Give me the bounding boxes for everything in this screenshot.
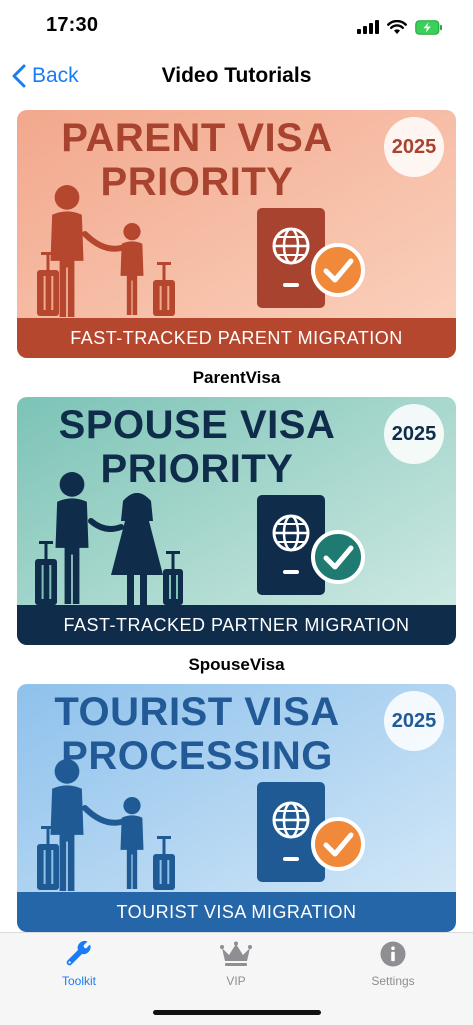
crown-icon	[220, 941, 252, 966]
status-bar: 17:30	[0, 0, 473, 54]
tutorial-caption: SpouseVisa	[188, 655, 285, 674]
suitcase-handle-top	[39, 541, 53, 544]
tab-settings[interactable]: Settings	[343, 941, 443, 988]
thumbnail-title-line1: TOURIST VISA	[54, 690, 340, 734]
suitcase-stripe	[169, 575, 171, 599]
suitcase-body	[37, 270, 59, 316]
passport-line	[283, 283, 299, 287]
home-indicator	[153, 1010, 321, 1015]
suitcase-stripe	[43, 276, 46, 310]
passport-line	[283, 570, 299, 574]
suitcase-stripe	[43, 850, 46, 884]
nav-bar: Back Video Tutorials	[0, 54, 473, 98]
status-icons	[357, 17, 443, 37]
tab-toolkit[interactable]: Toolkit	[29, 940, 129, 988]
check-circle	[311, 817, 365, 871]
suitcase-stripe	[159, 860, 162, 884]
suitcase-handle	[162, 838, 166, 854]
tutorial-caption: ParentVisa	[192, 368, 281, 387]
tutorial-card-parent-visa[interactable]: PARENT VISA PRIORITY 2025 FAST-TRACKED P…	[17, 110, 456, 390]
suitcase-handle-top	[157, 262, 171, 265]
tab-vip[interactable]: VIP	[186, 941, 286, 988]
suitcase-handle-top	[41, 826, 55, 829]
thumbnail-title-line2: PRIORITY	[100, 447, 294, 491]
check-circle	[311, 530, 365, 584]
wifi-icon	[387, 19, 407, 34]
battery-charging-icon	[415, 19, 442, 35]
year-badge: 2025	[384, 404, 444, 464]
suitcase-stripe	[176, 575, 178, 599]
woman-leg	[127, 573, 134, 605]
tab-label: Settings	[371, 974, 415, 988]
check-badge-icon	[311, 530, 365, 584]
person-head	[123, 797, 141, 815]
info-icon	[380, 941, 406, 967]
suitcase-stripe	[159, 286, 162, 310]
wrench-icon	[66, 940, 91, 966]
signal-icon	[357, 20, 379, 34]
check-circle	[311, 243, 365, 297]
suitcase-handle	[171, 553, 175, 569]
tab-label: VIP	[226, 974, 246, 988]
suitcase-body	[163, 569, 183, 605]
tab-label: Toolkit	[61, 974, 96, 988]
tutorial-card-tourist-visa[interactable]: TOURIST VISA PROCESSING 2025 TOURIST VIS…	[17, 684, 456, 932]
person-head	[123, 223, 141, 241]
suitcase-stripe	[49, 565, 52, 599]
tutorial-card-spouse-visa[interactable]: SPOUSE VISA PRIORITY 2025 FAST-TRACKED P…	[17, 397, 456, 677]
thumbnail-title-line2: PROCESSING	[61, 734, 333, 778]
check-badge-icon	[311, 243, 365, 297]
tutorial-thumbnail[interactable]: PARENT VISA PRIORITY 2025 FAST-TRACKED P…	[17, 110, 456, 358]
thumbnail-strip: TOURIST VISA MIGRATION	[17, 892, 456, 932]
page-title: Video Tutorials	[161, 64, 312, 87]
suitcase-handle-top	[157, 836, 171, 839]
status-time: 17:30	[46, 14, 99, 36]
thumbnail-strip: FAST-TRACKED PARTNER MIGRATION	[17, 605, 456, 645]
suitcase-handle-top	[41, 252, 55, 255]
suitcase-stripe	[51, 276, 54, 310]
year-badge: 2025	[384, 117, 444, 177]
suitcase-stripe	[167, 860, 170, 884]
suitcase-handle	[46, 254, 50, 270]
suitcase-stripe	[51, 850, 54, 884]
suitcase-handle	[162, 264, 166, 280]
tutorial-thumbnail[interactable]: SPOUSE VISA PRIORITY 2025 FAST-TRACKED P…	[17, 397, 456, 645]
suitcase-body	[35, 559, 57, 605]
thumbnail-title-line1: SPOUSE VISA	[58, 403, 336, 447]
suitcase-handle	[46, 828, 50, 844]
tutorial-thumbnail[interactable]: TOURIST VISA PROCESSING 2025 TOURIST VIS…	[17, 684, 456, 932]
thumbnail-title-line2: PRIORITY	[100, 160, 294, 204]
suitcase-body	[37, 844, 59, 890]
suitcase-body	[153, 280, 175, 316]
suitcase-stripe	[41, 565, 44, 599]
woman-leg	[140, 573, 147, 605]
suitcase-body	[153, 854, 175, 890]
check-badge-icon	[311, 817, 365, 871]
passport-line	[283, 857, 299, 861]
suitcase-stripe	[167, 286, 170, 310]
tutorial-list[interactable]: PARENT VISA PRIORITY 2025 FAST-TRACKED P…	[0, 108, 473, 932]
year-badge: 2025	[384, 691, 444, 751]
suitcase-handle-top	[166, 551, 180, 554]
thumbnail-strip: FAST-TRACKED PARENT MIGRATION	[17, 318, 456, 358]
thumbnail-title-line1: PARENT VISA	[61, 116, 333, 160]
suitcase-handle	[44, 543, 48, 559]
